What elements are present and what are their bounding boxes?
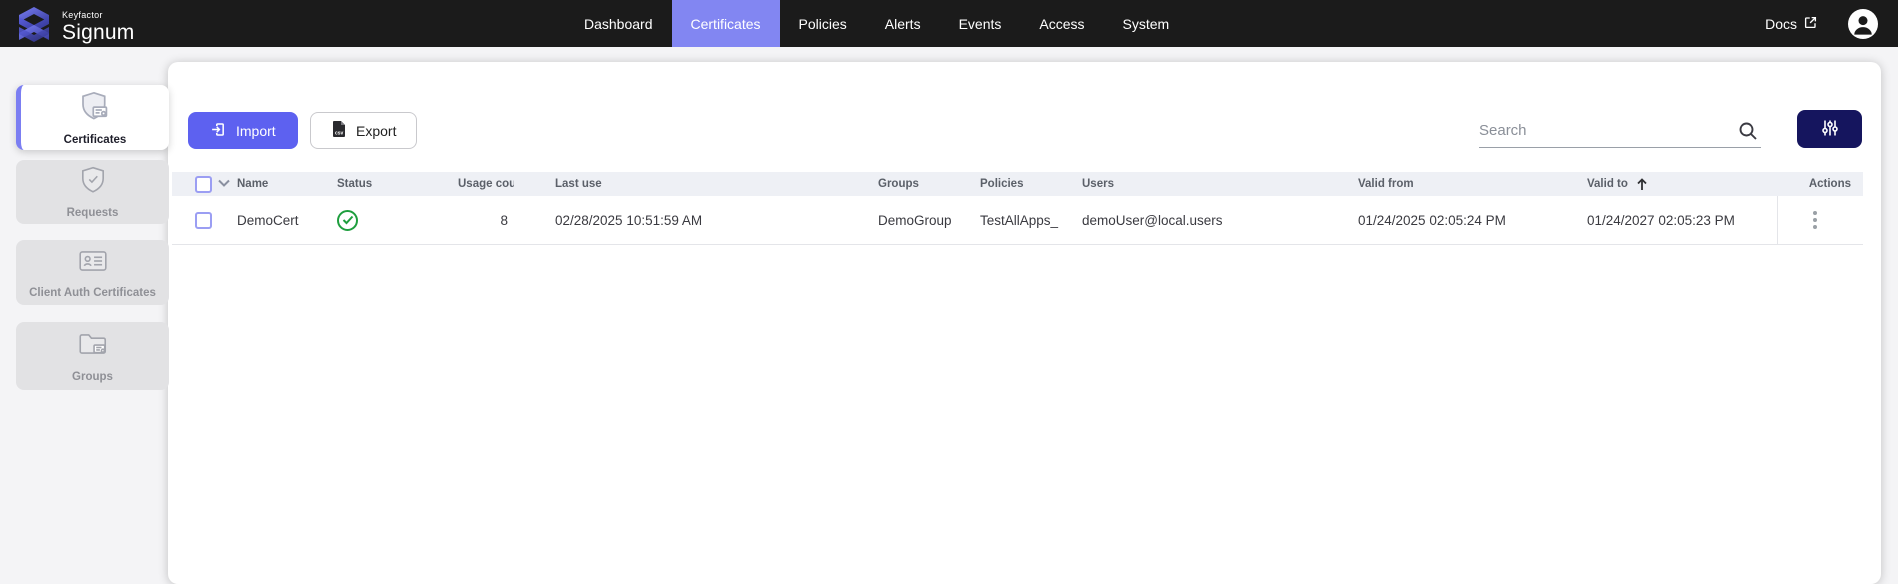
status-valid-icon (337, 210, 358, 231)
import-label: Import (236, 123, 276, 139)
brand-company: Keyfactor (62, 11, 134, 20)
brand[interactable]: Keyfactor Signum (14, 3, 134, 50)
docs-link[interactable]: Docs (1765, 15, 1818, 33)
import-button[interactable]: Import (188, 112, 298, 149)
user-avatar[interactable] (1848, 9, 1878, 39)
column-header-valid-from[interactable]: Valid from (1358, 178, 1587, 190)
valid-to-label: Valid to (1587, 178, 1628, 190)
nav-item-access[interactable]: Access (1020, 0, 1103, 47)
column-header-policies[interactable]: Policies (980, 178, 1082, 190)
nav-item-system[interactable]: System (1104, 0, 1189, 47)
import-icon (210, 121, 227, 141)
filter-button[interactable] (1797, 110, 1862, 148)
certificates-table: Name Status Usage count Last use Groups … (172, 172, 1863, 245)
nav-item-dashboard[interactable]: Dashboard (565, 0, 672, 47)
cell-groups: DemoGroup (878, 213, 980, 228)
column-header-status[interactable]: Status (337, 178, 458, 190)
shield-certificate-icon (79, 90, 111, 127)
column-header-last-use[interactable]: Last use (514, 178, 878, 190)
search-input[interactable] (1479, 122, 1735, 139)
column-header-actions: Actions (1777, 178, 1863, 190)
sidebar-item-certificates[interactable]: Certificates (16, 85, 169, 150)
cell-policies: TestAllApps_ (980, 213, 1082, 228)
row-checkbox[interactable] (195, 212, 212, 229)
column-header-groups[interactable]: Groups (878, 178, 980, 190)
cell-status (337, 210, 458, 231)
cell-name[interactable]: DemoCert (237, 213, 337, 228)
sidebar-item-label: Certificates (62, 134, 129, 146)
row-actions-kebab-icon[interactable] (1805, 207, 1825, 233)
table-row[interactable]: DemoCert 8 02/28/2025 10:51:59 AM DemoGr… (172, 196, 1863, 245)
column-header-usage-count[interactable]: Usage count (458, 178, 514, 190)
table-header-row: Name Status Usage count Last use Groups … (172, 172, 1863, 196)
csv-file-icon: csv (331, 120, 347, 141)
shield-check-icon (78, 165, 108, 200)
column-header-valid-to[interactable]: Valid to (1587, 177, 1777, 191)
sidebar-item-label: Requests (65, 207, 121, 219)
sort-ascending-icon[interactable] (1636, 177, 1648, 191)
export-label: Export (356, 123, 396, 139)
nav-item-policies[interactable]: Policies (780, 0, 866, 47)
certificates-panel: Import csv Export (168, 62, 1881, 584)
nav-item-alerts[interactable]: Alerts (866, 0, 940, 47)
filter-sliders-icon (1820, 118, 1840, 141)
sidebar-item-groups[interactable]: Groups (16, 322, 169, 390)
select-menu-chevron-down-icon[interactable] (218, 178, 230, 190)
cell-valid-to: 01/24/2027 02:05:23 PM (1587, 213, 1777, 228)
svg-text:csv: csv (335, 131, 344, 137)
id-card-icon (77, 247, 109, 280)
sidebar-item-requests[interactable]: Requests (16, 160, 169, 224)
top-navbar: Keyfactor Signum Dashboard Certificates … (0, 0, 1898, 47)
folder-icon (76, 329, 110, 364)
column-header-name[interactable]: Name (237, 178, 337, 190)
cell-valid-from: 01/24/2025 02:05:24 PM (1358, 213, 1587, 228)
external-link-icon (1803, 15, 1818, 33)
select-all-checkbox[interactable] (195, 176, 212, 193)
cell-last-use: 02/28/2025 10:51:59 AM (514, 213, 878, 228)
sidebar-item-client-auth-certificates[interactable]: Client Auth Certificates (16, 240, 169, 305)
cell-actions (1777, 196, 1863, 245)
cell-usage-count: 8 (458, 213, 514, 228)
keyfactor-logo-icon (14, 3, 54, 50)
search-field (1479, 114, 1761, 148)
sidebar-item-label: Groups (70, 371, 115, 383)
brand-product: Signum (62, 22, 134, 43)
nav-item-events[interactable]: Events (940, 0, 1021, 47)
export-button[interactable]: csv Export (310, 112, 417, 149)
main-nav: Dashboard Certificates Policies Alerts E… (565, 0, 1188, 47)
nav-item-certificates[interactable]: Certificates (672, 0, 780, 47)
docs-label: Docs (1765, 16, 1797, 32)
search-icon[interactable] (1735, 118, 1761, 144)
column-header-users[interactable]: Users (1082, 178, 1358, 190)
sidebar-item-label: Client Auth Certificates (27, 287, 158, 299)
cell-users: demoUser@local.users (1082, 213, 1358, 228)
